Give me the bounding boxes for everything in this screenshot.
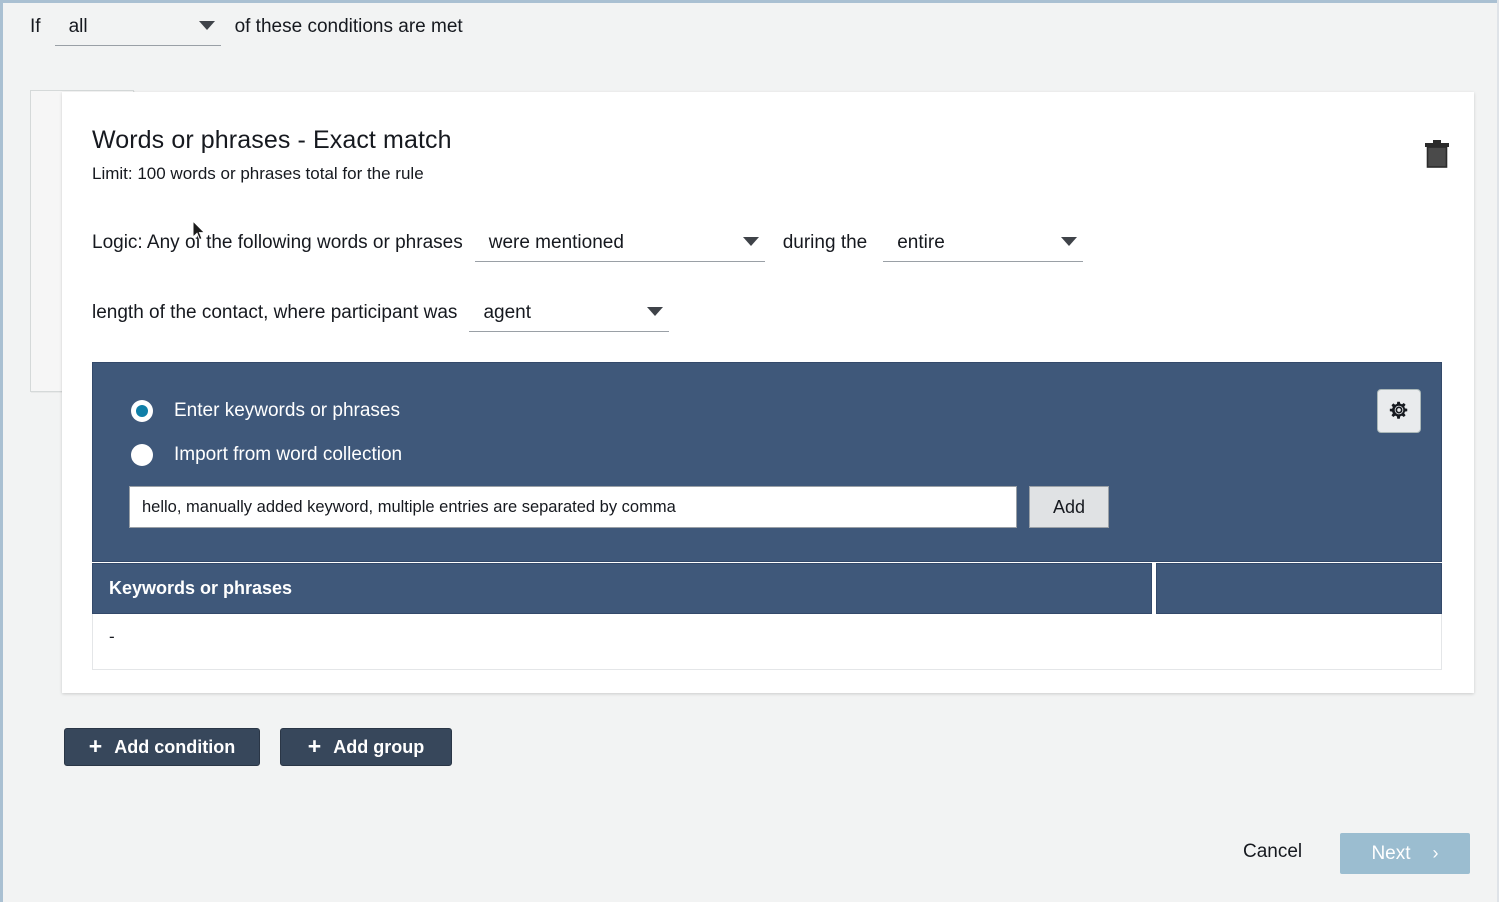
add-group-label: Add group: [333, 737, 424, 758]
gear-icon: [1388, 399, 1410, 424]
participant-select-value: agent: [483, 302, 531, 324]
next-button-label: Next: [1371, 843, 1410, 865]
chevron-down-icon: [199, 21, 215, 30]
radio-import-collection[interactable]: Import from word collection: [131, 444, 402, 466]
card-subtitle: Limit: 100 words or phrases total for th…: [92, 164, 424, 184]
column-header-actions: [1156, 563, 1442, 614]
keywords-table-header: Keywords or phrases: [92, 563, 1442, 614]
duration-select[interactable]: entire: [883, 232, 1083, 262]
radio-selected-icon: [131, 400, 153, 422]
match-type-select[interactable]: all: [55, 16, 221, 46]
keywords-table: Keywords or phrases -: [92, 563, 1442, 670]
add-condition-label: Add condition: [114, 737, 235, 758]
mentioned-select-value: were mentioned: [489, 232, 624, 254]
cancel-button[interactable]: Cancel: [1243, 841, 1302, 863]
keyword-entry-row: Add: [129, 486, 1109, 528]
delete-condition-button[interactable]: [1420, 138, 1454, 172]
add-keyword-button[interactable]: Add: [1029, 486, 1109, 528]
trash-icon: [1424, 140, 1450, 171]
during-the-label: during the: [783, 232, 868, 254]
radio-import-collection-label: Import from word collection: [174, 444, 402, 466]
condition-match-bar: If all of these conditions are met: [30, 16, 463, 46]
chevron-right-icon: ›: [1433, 843, 1439, 864]
keyword-settings-button[interactable]: [1377, 389, 1421, 433]
keyword-source-panel: Enter keywords or phrases Import from wo…: [92, 362, 1442, 562]
page-title: Words or phrases - Exact match: [92, 126, 452, 155]
if-label: If: [30, 16, 41, 38]
logic-line1-label: Logic: Any of the following words or phr…: [92, 232, 463, 254]
radio-unselected-icon: [131, 444, 153, 466]
condition-card: Words or phrases - Exact match Limit: 10…: [62, 92, 1474, 693]
logic-row-primary: Logic: Any of the following words or phr…: [92, 232, 1083, 262]
add-condition-button[interactable]: + Add condition: [64, 728, 260, 766]
keywords-table-body: -: [92, 614, 1442, 670]
column-header-keywords: Keywords or phrases: [92, 563, 1152, 614]
chevron-down-icon: [1061, 237, 1077, 246]
duration-select-value: entire: [897, 232, 945, 254]
condition-tail-label: of these conditions are met: [235, 16, 463, 38]
logic-line2-label: length of the contact, where participant…: [92, 302, 457, 324]
keyword-input[interactable]: [129, 486, 1017, 528]
viewport-top-border: [0, 0, 1499, 3]
radio-enter-keywords-label: Enter keywords or phrases: [174, 400, 400, 422]
plus-icon: +: [308, 735, 321, 758]
chevron-down-icon: [743, 237, 759, 246]
match-type-select-value: all: [69, 16, 88, 38]
viewport-left-border: [0, 0, 3, 902]
next-button[interactable]: Next ›: [1340, 833, 1470, 874]
participant-select[interactable]: agent: [469, 302, 669, 332]
plus-icon: +: [89, 735, 102, 758]
table-row: -: [93, 614, 1441, 647]
add-group-button[interactable]: + Add group: [280, 728, 452, 766]
radio-enter-keywords[interactable]: Enter keywords or phrases: [131, 400, 400, 422]
mentioned-select[interactable]: were mentioned: [475, 232, 765, 262]
chevron-down-icon: [647, 307, 663, 316]
logic-row-secondary: length of the contact, where participant…: [92, 302, 669, 332]
